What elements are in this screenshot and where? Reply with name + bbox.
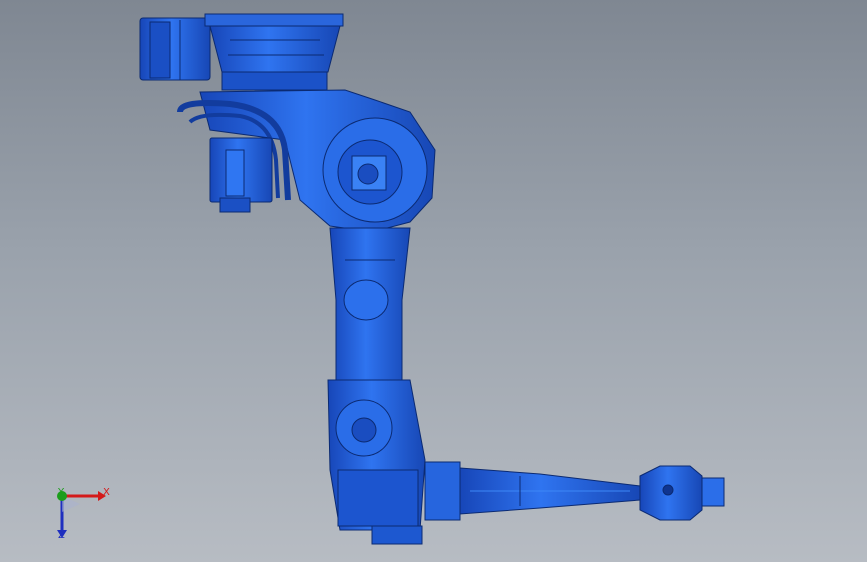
elbow — [327, 379, 426, 545]
wrist — [639, 465, 725, 521]
lower-arm-motor — [209, 137, 273, 213]
y-axis-label: Y — [58, 487, 65, 498]
base-turntable — [204, 13, 344, 91]
forearm — [424, 461, 641, 521]
lower-arm — [329, 227, 411, 393]
base-motor — [139, 17, 211, 81]
robot-arm-model[interactable] — [0, 0, 867, 562]
graphics-viewport[interactable]: X Y Z — [0, 0, 867, 562]
z-axis-label: Z — [58, 530, 65, 541]
x-axis-label: X — [103, 487, 110, 498]
